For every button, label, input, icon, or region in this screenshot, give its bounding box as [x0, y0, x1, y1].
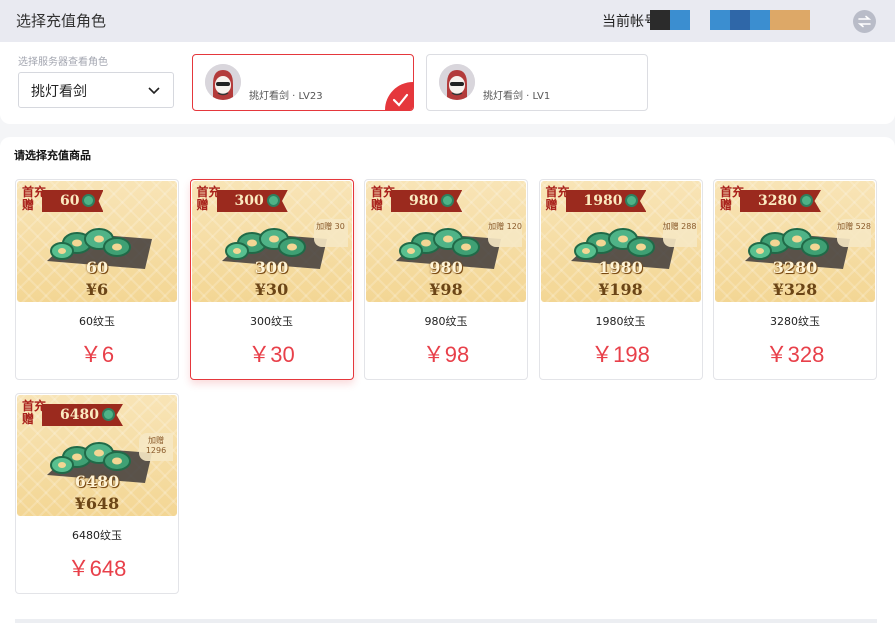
jade-coin-icon: [101, 408, 115, 421]
jade-amount-label: 300: [254, 258, 289, 277]
page-title: 选择充值角色: [16, 12, 107, 30]
product-card[interactable]: 首充赠 980 加赠 120 980 ¥98 980纹玉 ￥98: [364, 179, 528, 380]
swap-account-button[interactable]: [853, 10, 876, 33]
check-icon: [385, 82, 413, 110]
jade-coin-icon: [266, 194, 280, 207]
product-card[interactable]: 首充赠 60 60 ¥6 60纹玉 ￥6: [15, 179, 179, 380]
server-select-value: 挑灯看剑: [31, 84, 87, 100]
price-tag-label: ¥30: [254, 280, 289, 299]
jade-amount-label: 3280: [772, 258, 818, 277]
chevron-down-icon: [148, 87, 160, 95]
product-art: 首充赠 1980 加赠 288 1980 ¥198: [540, 181, 701, 302]
bonus-ribbon: 60: [42, 190, 104, 212]
product-art: 首充赠 60 60 ¥6: [17, 181, 177, 302]
product-price: ￥98: [422, 342, 470, 367]
product-art: 首充赠 980 加赠 120 980 ¥98: [366, 181, 526, 302]
jade-coin-icon: [799, 194, 813, 207]
role-card[interactable]: 挑灯看剑 · LV1: [426, 54, 648, 111]
product-name: 3280纹玉: [770, 315, 820, 328]
extra-bonus-label: 加赠 120: [488, 219, 522, 247]
product-art: 首充赠 300 加赠 30 300 ¥30: [191, 181, 352, 302]
bonus-ribbon: 980: [391, 190, 463, 212]
product-card[interactable]: 首充赠 1980 加赠 288 1980 ¥198 1980纹玉 ￥198: [538, 179, 703, 380]
jade-coin-icon: [625, 194, 639, 207]
product-price: ￥30: [248, 342, 295, 367]
product-card[interactable]: 首充赠 300 加赠 30 300 ¥30 300纹玉 ￥30: [189, 179, 354, 380]
bonus-ribbon: 300: [216, 190, 288, 212]
product-name: 60纹玉: [79, 315, 115, 328]
product-art: 首充赠 3280 加赠 528 3280 ¥328: [715, 181, 875, 302]
role-panel: 选择服务器查看角色 挑灯看剑 挑灯看剑 · LV23 挑灯看剑 · LV1: [0, 42, 895, 124]
product-price: ￥198: [591, 342, 650, 367]
product-card[interactable]: 首充赠 3280 加赠 528 3280 ¥328 3280纹玉 ￥328: [713, 179, 877, 380]
jade-amount-label: 1980: [598, 258, 643, 277]
jade-amount-label: 60: [85, 258, 109, 277]
product-price: ￥328: [765, 342, 825, 367]
bottom-divider: [15, 619, 877, 623]
server-select-label: 选择服务器查看角色: [18, 57, 108, 68]
product-name: 300纹玉: [250, 315, 293, 328]
price-tag-label: ¥328: [772, 280, 818, 299]
server-select[interactable]: 挑灯看剑: [18, 72, 174, 108]
products-panel: 请选择充值商品 首充赠 60 60 ¥6 60纹玉 ￥6 首充赠 300 加赠 …: [0, 137, 895, 623]
product-price: ￥648: [67, 556, 127, 581]
product-card[interactable]: 首充赠 6480 加赠 1296 6480 ¥648 6480纹玉 ￥648: [15, 393, 179, 594]
jade-amount-label: 6480: [74, 472, 120, 491]
product-name: 1980纹玉: [595, 315, 646, 328]
products-heading: 请选择充值商品: [14, 149, 91, 162]
extra-bonus-label: 加赠 1296: [139, 433, 173, 461]
avatar: [205, 64, 241, 100]
bonus-ribbon: 3280: [740, 190, 821, 212]
top-bar: 选择充值角色 当前帐号: [0, 0, 895, 42]
role-name: 挑灯看剑 · LV1: [483, 91, 551, 102]
extra-bonus-label: 加赠 288: [662, 219, 697, 247]
role-card[interactable]: 挑灯看剑 · LV23: [192, 54, 414, 111]
product-price: ￥6: [79, 342, 115, 367]
price-tag-label: ¥6: [85, 280, 109, 299]
product-name: 6480纹玉: [72, 529, 122, 542]
bonus-ribbon: 1980: [565, 190, 647, 212]
extra-bonus-label: 加赠 30: [313, 219, 348, 247]
price-tag-label: ¥198: [598, 280, 643, 299]
product-name: 980纹玉: [424, 315, 468, 328]
price-tag-label: ¥98: [429, 280, 463, 299]
product-art: 首充赠 6480 加赠 1296 6480 ¥648: [17, 395, 177, 516]
jade-amount-label: 980: [429, 258, 463, 277]
extra-bonus-label: 加赠 528: [837, 219, 871, 247]
jade-coin-icon: [441, 194, 455, 207]
price-tag-label: ¥648: [74, 494, 120, 513]
bonus-ribbon: 6480: [42, 404, 123, 426]
account-redacted-mosaic: [650, 10, 810, 30]
role-name: 挑灯看剑 · LV23: [249, 91, 323, 102]
jade-coin-icon: [82, 194, 96, 207]
avatar: [439, 64, 475, 100]
swap-icon: [857, 15, 872, 28]
